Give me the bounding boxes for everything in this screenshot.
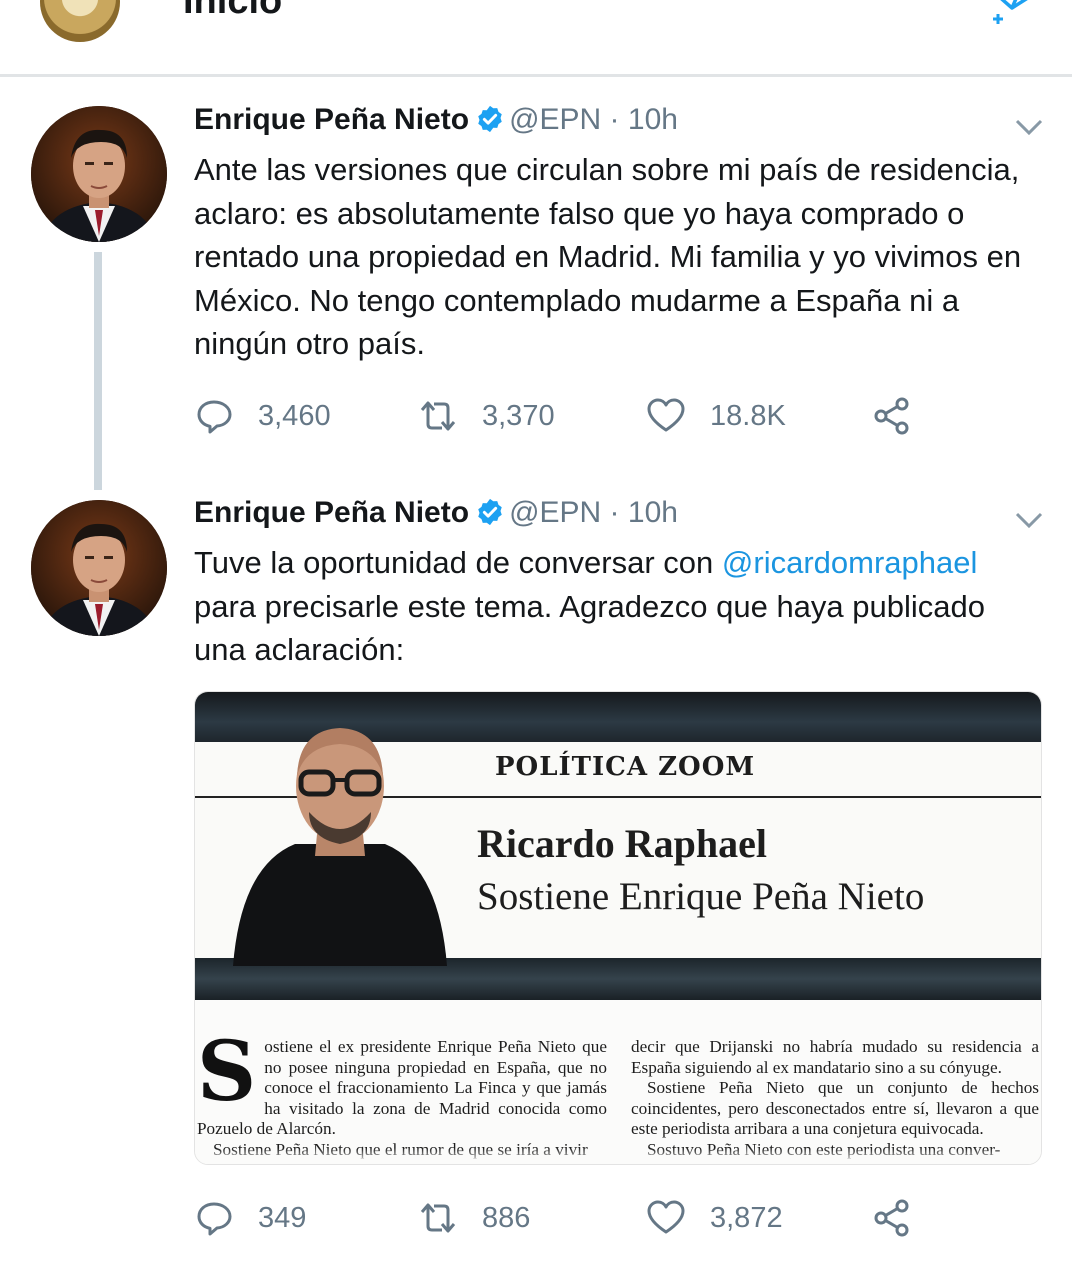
- newspaper-column-2: decir que Drijanski no habría mudado su …: [631, 1037, 1039, 1161]
- tweet-actions: 349 886 3,872: [194, 1196, 954, 1240]
- mention-link[interactable]: @ricardomraphael: [722, 545, 977, 580]
- tweet-header: Enrique Peña Nieto @EPN · 10h: [194, 495, 678, 531]
- tweet-media-image[interactable]: POLÍTICA ZOOM Ricardo Raphael Sostiene E…: [194, 691, 1042, 1165]
- reply-icon: [197, 1202, 232, 1236]
- share-button[interactable]: [872, 394, 936, 438]
- page-title: Inicio: [183, 0, 283, 22]
- like-icon: [647, 398, 685, 432]
- verified-badge-icon: [478, 498, 502, 526]
- newspaper-column-1: S ostiene el ex presidente Enrique Peña …: [197, 1024, 607, 1161]
- paragraph: Sostiene Peña Nieto que un conjunto de h…: [631, 1078, 1039, 1139]
- reply-count: 349: [258, 1201, 307, 1234]
- retweet-icon: [420, 401, 456, 431]
- newspaper-headline: Sostiene Enrique Peña Nieto: [477, 875, 925, 918]
- share-icon: [874, 397, 909, 435]
- author-avatar[interactable]: [31, 500, 167, 636]
- retweet-button[interactable]: 3,370: [418, 394, 555, 438]
- like-count: 18.8K: [710, 399, 786, 432]
- author-handle[interactable]: @EPN: [509, 496, 601, 529]
- tweet-text: Ante las versiones que circulan sobre mi…: [194, 152, 1022, 361]
- portrait-image: [31, 106, 167, 242]
- reply-button[interactable]: 349: [194, 1196, 306, 1240]
- author-name[interactable]: Enrique Peña Nieto: [194, 496, 469, 529]
- top-bar: Inicio: [0, 0, 1072, 77]
- separator: ·: [609, 496, 620, 529]
- separator: ·: [609, 103, 620, 136]
- author-handle[interactable]: @EPN: [509, 103, 601, 136]
- portrait-image: [31, 500, 167, 636]
- tweet-text-part: para precisarle este tema. Agradezco que…: [194, 588, 985, 668]
- newspaper-author: Ricardo Raphael: [477, 821, 767, 866]
- retweet-count: 3,370: [482, 399, 555, 432]
- tweet-header: Enrique Peña Nieto @EPN · 10h: [194, 102, 678, 138]
- reply-icon: [197, 400, 232, 434]
- paragraph: ostiene el ex presidente Enrique Peña Ni…: [197, 1037, 607, 1139]
- thread-connector: [94, 252, 102, 490]
- chevron-down-icon[interactable]: [1015, 511, 1043, 529]
- like-button[interactable]: 3,872: [646, 1196, 783, 1240]
- tweet-text: Tuve la oportunidad de conversar con @ri…: [194, 541, 1044, 672]
- share-button[interactable]: [872, 1196, 936, 1240]
- reply-count: 3,460: [258, 399, 331, 432]
- share-icon: [874, 1199, 909, 1237]
- columnist-photo: [233, 728, 447, 966]
- like-count: 3,872: [710, 1201, 783, 1234]
- paragraph: decir que Drijanski no habría mudado su …: [631, 1037, 1039, 1077]
- drop-cap: S: [197, 1024, 257, 1120]
- tweet-actions: 3,460 3,370 18.8K: [194, 394, 954, 438]
- like-icon: [647, 1200, 685, 1234]
- reply-button[interactable]: 3,460: [194, 394, 331, 438]
- retweet-count: 886: [482, 1201, 531, 1234]
- profile-avatar[interactable]: [40, 0, 120, 42]
- author-avatar[interactable]: [31, 106, 167, 242]
- verified-badge-icon: [478, 105, 502, 133]
- retweet-icon: [420, 1203, 456, 1233]
- newspaper-section-title: POLÍTICA ZOOM: [495, 752, 756, 782]
- chevron-down-icon[interactable]: [1015, 118, 1043, 136]
- timestamp[interactable]: 10h: [628, 103, 678, 136]
- compose-icon[interactable]: [990, 0, 1040, 30]
- tweet-text-part: Tuve la oportunidad de conversar con: [194, 545, 722, 580]
- retweet-button[interactable]: 886: [418, 1196, 530, 1240]
- fade-overlay: [195, 1148, 1041, 1164]
- author-name[interactable]: Enrique Peña Nieto: [194, 103, 469, 136]
- like-button[interactable]: 18.8K: [646, 394, 786, 438]
- timestamp[interactable]: 10h: [628, 496, 678, 529]
